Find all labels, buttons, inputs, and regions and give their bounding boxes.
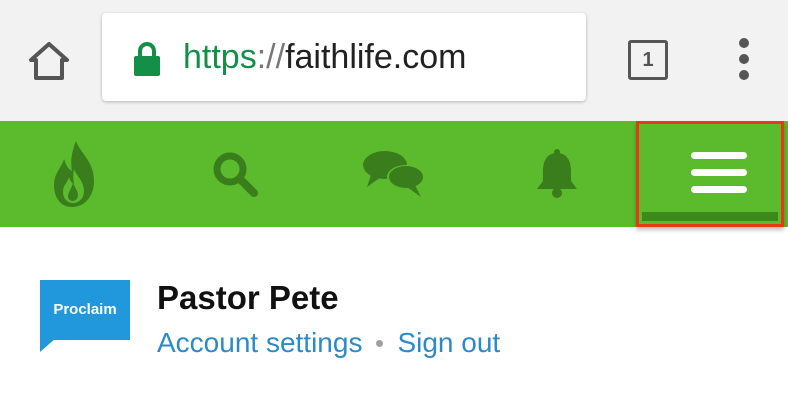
church-logo[interactable]: Proclaim [40, 280, 130, 352]
messages-icon [363, 151, 425, 197]
overflow-menu-icon [739, 38, 749, 48]
tabs-button[interactable]: 1 [628, 40, 668, 80]
search-icon [213, 152, 258, 197]
tabs-icon: 1 [628, 40, 668, 80]
notifications-bell-icon [537, 149, 577, 198]
url-bar[interactable]: https://faithlife.com [102, 13, 586, 101]
home-icon [29, 42, 69, 80]
lock-icon [134, 42, 160, 76]
search-button[interactable] [190, 121, 280, 227]
link-separator [376, 339, 384, 347]
notifications-button[interactable] [512, 121, 602, 227]
messages-button[interactable] [350, 121, 440, 227]
url-host: faithlife.com [285, 38, 467, 76]
profile-name: Pastor Pete [157, 279, 339, 316]
active-indicator [642, 212, 778, 221]
home-button[interactable] [26, 38, 72, 84]
url-text: https://faithlife.com [183, 37, 466, 77]
main-menu-button[interactable] [636, 121, 784, 227]
site-nav-bar [0, 121, 788, 227]
hamburger-menu-icon [691, 152, 747, 194]
url-separator: :// [256, 38, 286, 76]
account-settings-link[interactable]: Account settings [157, 325, 362, 361]
tab-count: 1 [642, 48, 654, 71]
faithlife-home-link[interactable] [30, 121, 120, 227]
url-scheme: https [183, 38, 257, 76]
church-logo-text: Proclaim [53, 301, 117, 318]
sign-out-link[interactable]: Sign out [397, 325, 500, 361]
overflow-menu-button[interactable] [731, 38, 757, 80]
faithlife-logo-icon [54, 141, 94, 207]
browser-toolbar: https://faithlife.com 1 [0, 0, 788, 121]
account-links: Account settings Sign out [157, 325, 500, 361]
